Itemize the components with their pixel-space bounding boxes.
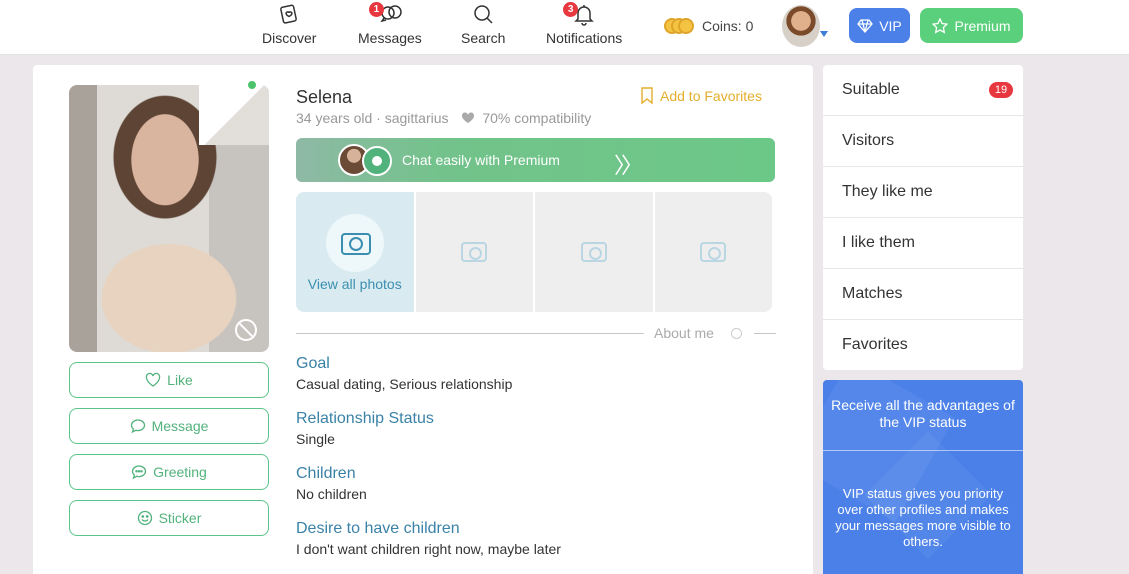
vip-promo-heading: Receive all the advantages of the VIP st… <box>831 397 1015 430</box>
nav-messages-label: Messages <box>358 30 422 46</box>
profile-meta: 34 years old · sagittarius 70% compatibi… <box>296 110 591 126</box>
desire-children-title: Desire to have children <box>296 520 460 537</box>
top-bar: Discover 1 Messages Search 3 Notificatio… <box>0 0 1129 55</box>
sidebar-item-visitors[interactable]: Visitors <box>823 116 1023 167</box>
nav-notifications-label: Notifications <box>546 30 623 46</box>
compatibility-heart-icon <box>462 112 475 123</box>
vip-promo-body: VIP status gives you priority over other… <box>835 486 1011 549</box>
age-sign-text: 34 years old · sagittarius <box>296 110 449 126</box>
sidebar-item-label: Matches <box>842 285 903 302</box>
sidebar-item-label: Suitable <box>842 81 900 98</box>
greeting-button[interactable]: Greeting <box>69 454 269 490</box>
about-me-label: About me <box>654 325 714 341</box>
message-button-label: Message <box>151 418 209 434</box>
smiley-icon <box>137 510 152 526</box>
divider-line-right <box>754 333 776 334</box>
bell-icon: 3 <box>563 2 596 26</box>
sidebar-item-they-like-me[interactable]: They like me <box>823 167 1023 218</box>
profile-card: Like Message Greeting Sticker Selena 34 … <box>33 65 813 574</box>
messages-icon: 1 <box>368 2 402 26</box>
camera-icon <box>326 214 384 272</box>
relationship-status-value: Single <box>296 431 335 447</box>
coins-icon <box>664 16 696 36</box>
message-button[interactable]: Message <box>69 408 269 444</box>
search-icon <box>471 2 495 26</box>
double-chevron-right-icon: 〉〉 <box>614 153 643 178</box>
photo-thumbnail[interactable] <box>415 192 533 312</box>
chat-icon <box>362 146 392 176</box>
star-icon <box>932 17 949 34</box>
chat-bubble-icon <box>130 419 145 434</box>
sidebar-item-label: I like them <box>842 234 915 251</box>
chevron-down-icon[interactable] <box>820 31 828 37</box>
heart-icon <box>146 372 161 387</box>
online-indicator <box>246 79 258 91</box>
children-title: Children <box>296 465 356 482</box>
block-icon[interactable] <box>235 319 257 341</box>
sidebar-menu: Suitable 19 Visitors They like me I like… <box>823 65 1023 370</box>
smiley-icon <box>731 328 742 339</box>
goal-value: Casual dating, Serious relationship <box>296 376 513 392</box>
sticker-button[interactable]: Sticker <box>69 500 269 536</box>
sidebar-item-suitable[interactable]: Suitable 19 <box>823 65 1023 116</box>
vip-promo-divider <box>823 450 1023 451</box>
camera-placeholder-icon <box>700 242 727 262</box>
photo-thumbnail[interactable] <box>535 192 653 312</box>
nav-search[interactable]: Search <box>461 2 505 46</box>
messages-badge: 1 <box>368 2 384 17</box>
sidebar-item-matches[interactable]: Matches <box>823 269 1023 320</box>
premium-button-label: Premium <box>954 17 1011 34</box>
photo-background <box>199 85 269 145</box>
greeting-bubble-icon <box>131 465 147 480</box>
greeting-button-label: Greeting <box>153 464 207 480</box>
nav-messages[interactable]: 1 Messages <box>358 2 422 46</box>
coins-balance[interactable]: Coins: 0 <box>664 16 753 36</box>
children-value: No children <box>296 486 367 502</box>
diamond-icon <box>857 18 874 33</box>
sidebar-item-label: They like me <box>842 183 933 200</box>
photo-gallery: View all photos <box>296 192 772 312</box>
vip-button[interactable]: VIP <box>849 8 910 43</box>
view-all-photos-label: View all photos <box>307 276 402 292</box>
camera-placeholder-icon <box>580 242 607 262</box>
sidebar-item-label: Visitors <box>842 132 895 149</box>
nav-search-label: Search <box>461 30 506 46</box>
desire-children-value: I don't want children right now, maybe l… <box>296 541 561 557</box>
like-button-label: Like <box>167 372 193 388</box>
coins-label: Coins: 0 <box>702 18 754 34</box>
view-all-photos-tile[interactable]: View all photos <box>296 192 414 312</box>
like-button[interactable]: Like <box>69 362 269 398</box>
nav-discover[interactable]: Discover <box>262 2 316 46</box>
sticker-button-label: Sticker <box>158 510 202 526</box>
profile-name: Selena <box>296 87 353 107</box>
sidebar-item-label: Favorites <box>842 336 908 353</box>
nav-notifications[interactable]: 3 Notifications <box>546 2 622 46</box>
relationship-status-title: Relationship Status <box>296 410 434 427</box>
vip-promo-panel[interactable]: Receive all the advantages of the VIP st… <box>823 380 1023 574</box>
divider-line-left <box>296 333 644 334</box>
vip-button-label: VIP <box>879 17 902 34</box>
sidebar-item-i-like-them[interactable]: I like them <box>823 218 1023 269</box>
nav-discover-label: Discover <box>262 30 317 46</box>
camera-placeholder-icon <box>461 242 488 262</box>
add-to-favorites-label: Add to Favorites <box>660 88 762 104</box>
chat-banner-label: Chat easily with Premium <box>402 152 560 168</box>
photo-thumbnail[interactable] <box>654 192 772 312</box>
about-me-divider: About me <box>296 325 776 341</box>
goal-title: Goal <box>296 355 330 372</box>
sidebar-item-favorites[interactable]: Favorites <box>823 320 1023 370</box>
compatibility-text: 70% compatibility <box>482 110 592 126</box>
profile-photo[interactable] <box>69 85 269 352</box>
suitable-count-badge: 19 <box>989 82 1013 98</box>
add-to-favorites-link[interactable]: Add to Favorites <box>640 87 762 105</box>
discover-cards-icon <box>277 2 301 26</box>
bookmark-icon <box>641 87 653 105</box>
user-avatar[interactable] <box>782 5 820 47</box>
chat-premium-banner[interactable]: Chat easily with Premium 〉〉 <box>296 138 775 182</box>
premium-button[interactable]: Premium <box>920 8 1023 43</box>
